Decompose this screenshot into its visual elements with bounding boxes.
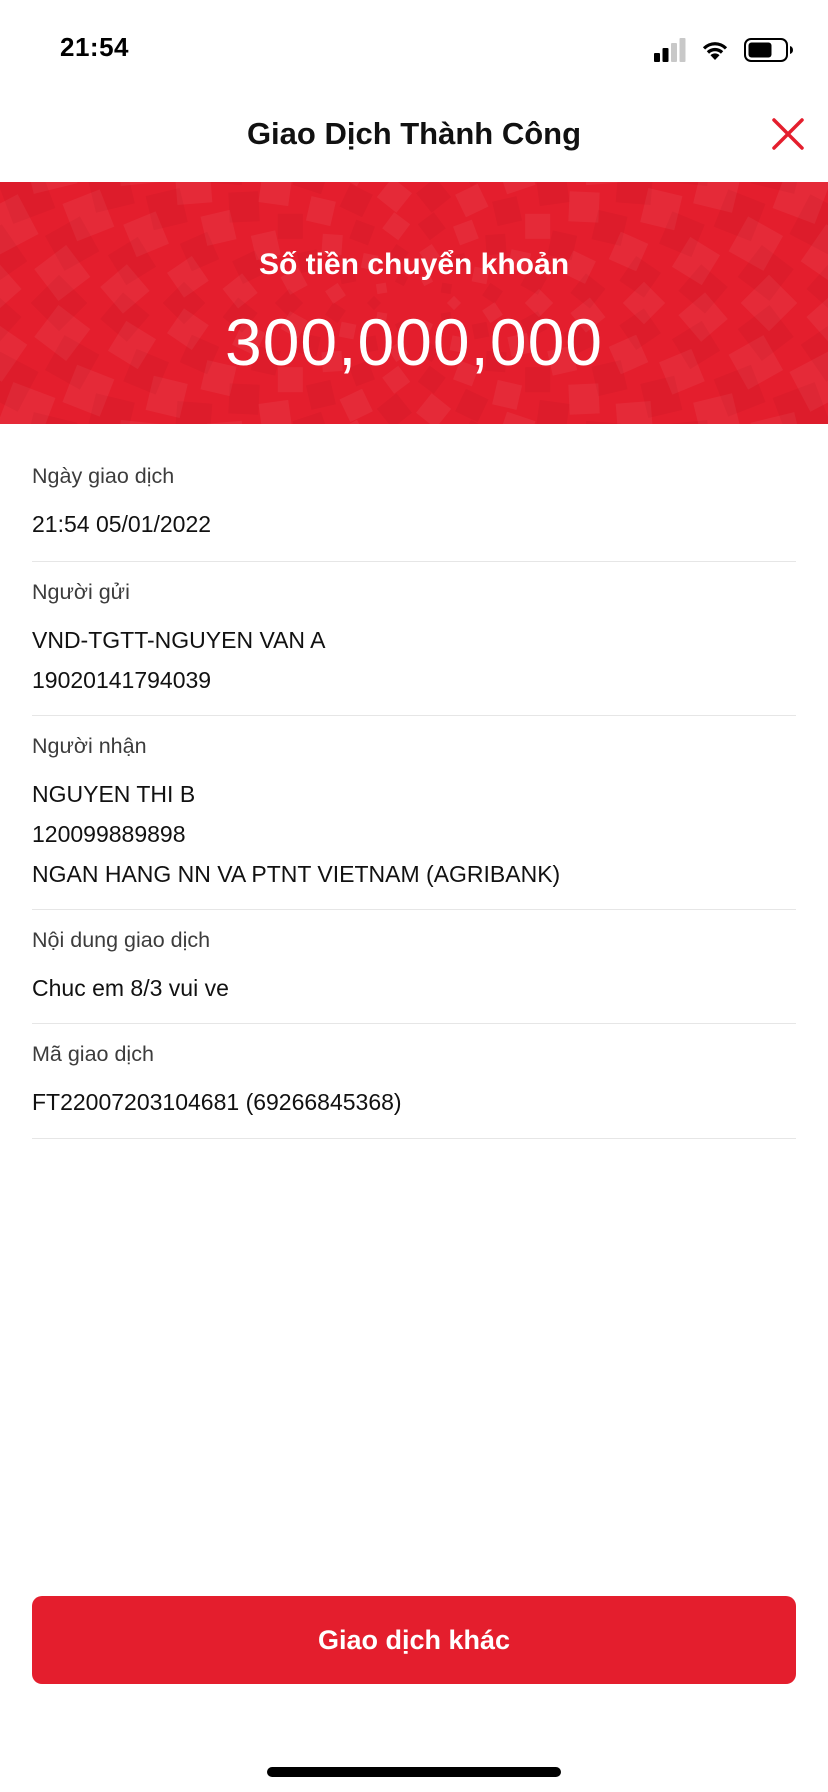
receiver-bank: NGAN HANG NN VA PTNT VIETNAM (AGRIBANK) [32,861,561,887]
detail-row-receiver: Người nhận NGUYEN THI B 120099889898 NGA… [32,716,796,910]
date-value: 21:54 05/01/2022 [32,511,212,537]
banner-pattern-tile [583,182,622,186]
banner-pattern-tile [339,388,373,423]
receiver-name: NGUYEN THI B [32,781,196,807]
banner-pattern-tile [440,282,453,295]
banner-pattern-tile [417,212,446,241]
banner-pattern [0,182,828,424]
page-title: Giao Dịch Thành Công [246,116,582,151]
banner-pattern-tile [615,182,654,206]
cellular-signal-icon [654,38,686,62]
banner-pattern-tile [228,383,260,415]
banner-pattern-tile [455,183,489,218]
banner-pattern-tile [667,182,712,187]
detail-row-sender: Người gửi VND-TGTT-NGUYEN VAN A 19020141… [32,562,796,716]
detail-row-date: Ngày giao dịch 21:54 05/01/2022 [32,424,796,562]
banner-pattern-tile [376,182,412,213]
banner-pattern-tile [228,191,260,223]
amount-banner: Số tiền chuyển khoản 300,000,000 [0,182,828,424]
banner-pattern-tile [305,379,336,410]
amount-label: Số tiền chuyển khoản [258,248,570,281]
banner-pattern-tile [292,411,331,424]
sender-label: Người gửi [32,580,130,604]
detail-row-content: Nội dung giao dịch Chuc em 8/3 vui ve [32,910,796,1024]
banner-pattern-tile [535,182,570,207]
code-label: Mã giao dịch [32,1042,154,1066]
banner-pattern-tile [453,219,479,246]
transaction-details: Ngày giao dịch 21:54 05/01/2022 Người gử… [32,424,796,1139]
content-label: Nội dung giao dịch [32,928,211,952]
transfer-amount: 300,000,000 [224,305,604,379]
banner-pattern-tile [349,219,375,246]
transaction-success-screen: 21:54 Giao Dịch Thành Công Số tiền chuyể… [0,0,828,1792]
status-bar: 21:54 [0,0,828,100]
other-transaction-button[interactable]: Giao dịch khác [32,1596,796,1684]
banner-pattern-tile [482,282,503,304]
sender-account: 19020141794039 [32,667,212,693]
close-button[interactable] [766,112,810,156]
banner-pattern-tile [382,212,411,241]
banner-pattern-tile [455,388,489,423]
banner-pattern-tile [497,411,536,424]
banner-pattern-tile [497,182,536,195]
banner-pattern-tile [174,400,213,424]
date-label: Ngày giao dịch [32,464,175,488]
banner-pattern-tile [492,379,523,410]
banner-pattern-tile [416,182,452,213]
wifi-icon [702,42,728,60]
receiver-account: 120099889898 [32,821,186,847]
close-icon [772,118,804,150]
banner-pattern-tile [277,213,303,239]
detail-row-code: Mã giao dịch FT22007203104681 (692668453… [32,1024,796,1139]
banner-pattern-tile [206,182,245,186]
banner-pattern-tile [325,282,346,304]
banner-pattern-tile [258,182,293,207]
banner-pattern-tile [525,213,551,239]
banner-pattern-tile [376,393,412,424]
banner-pattern-tile [375,282,388,295]
banner-pattern-tile [492,196,523,227]
banner-pattern-tile [305,196,336,227]
content-value: Chuc em 8/3 vui ve [32,975,229,1001]
status-icons [654,36,794,64]
banner-pattern-tile [339,183,373,218]
battery-icon [744,38,793,62]
header: Giao Dịch Thành Công [0,100,828,182]
banner-pattern-tile [258,399,293,424]
banner-pattern-tile [416,393,452,424]
banner-pattern-tile [292,182,331,195]
banner-pattern-tile [535,399,570,424]
status-time: 21:54 [60,32,129,62]
receiver-label: Người nhận [32,734,147,758]
banner-pattern-tile [568,191,600,223]
sender-name: VND-TGTT-NGUYEN VAN A [32,627,326,653]
home-indicator [267,1767,561,1777]
code-value: FT22007203104681 (69266845368) [32,1089,402,1115]
banner-pattern-tile [568,383,600,415]
